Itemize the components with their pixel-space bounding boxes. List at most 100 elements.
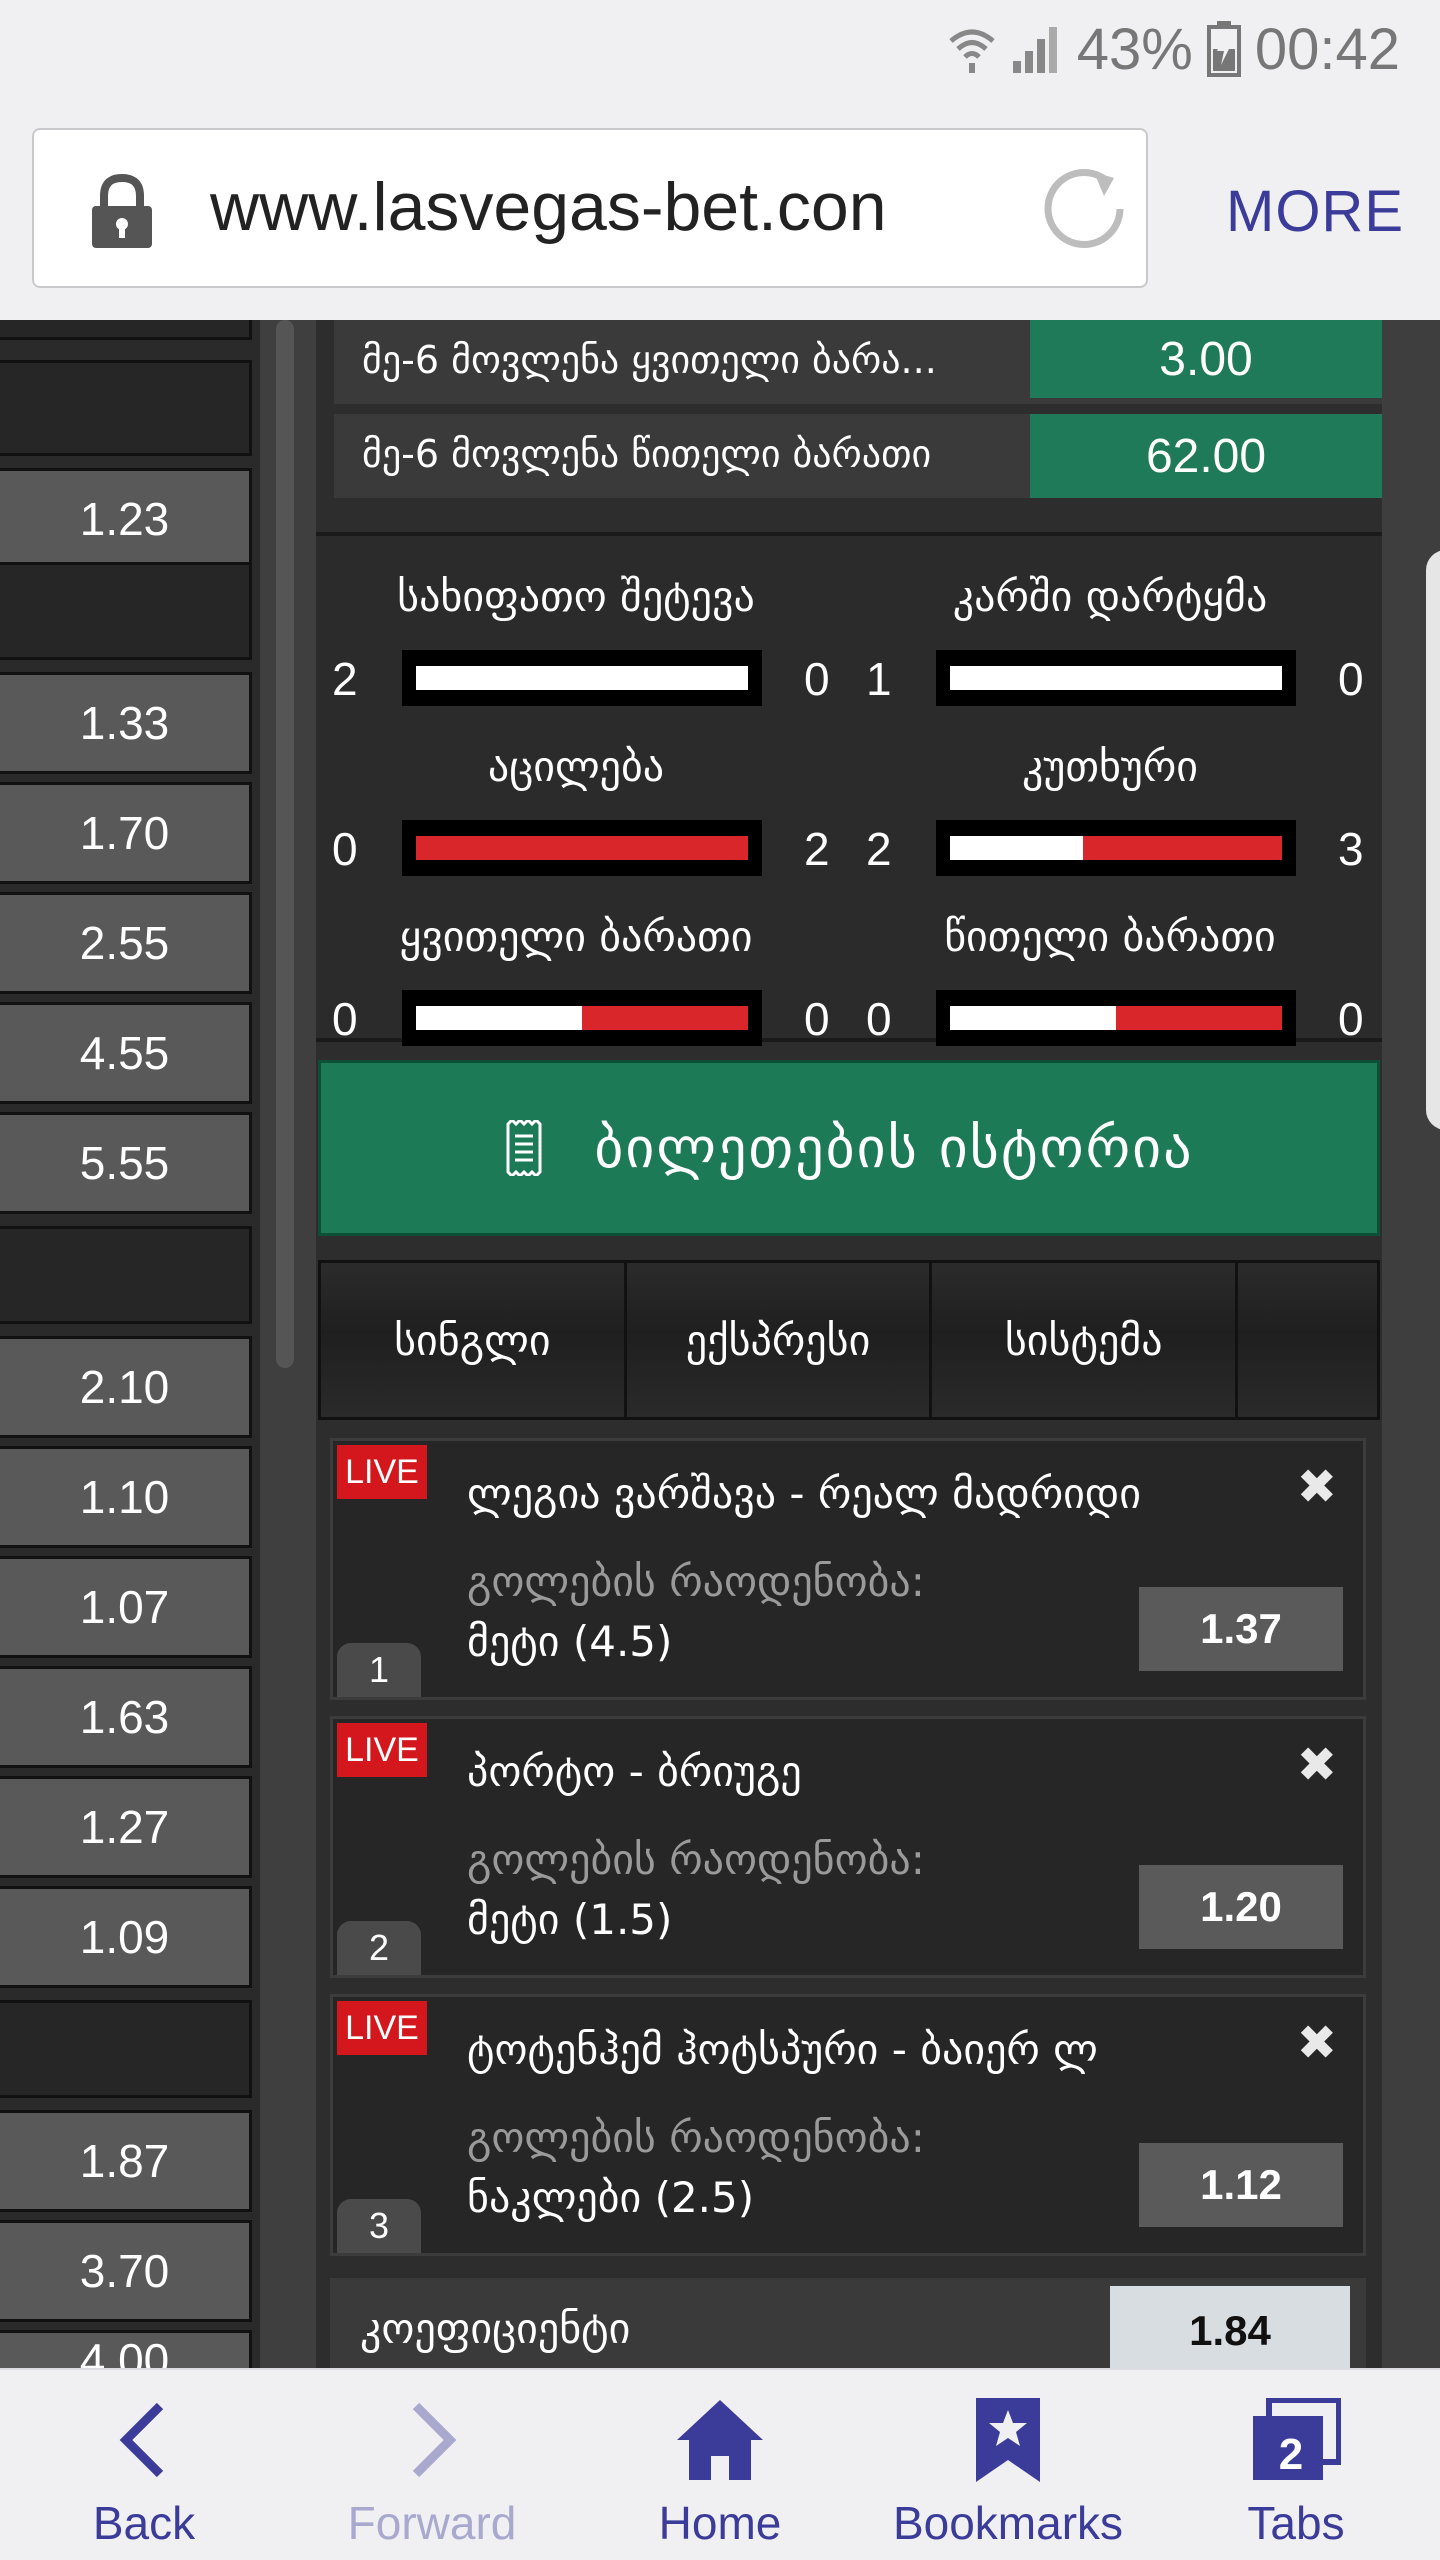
coefficient-label: კოეფიციენტი bbox=[360, 2304, 631, 2353]
stat-bar bbox=[402, 990, 762, 1046]
close-icon[interactable]: ✖ bbox=[1297, 1737, 1337, 1793]
stat-bar bbox=[936, 990, 1296, 1046]
url-text: www.lasvegas-bet.con bbox=[210, 169, 887, 245]
bet-slip-item: LIVE 3 ტოტენჰემ ჰოტსპური - ბაიერ ლ ✖ გოლ… bbox=[330, 1994, 1366, 2256]
bet-panel: მე-6 მოვლენა ყვითელი ბარა... 3.00 მე-6 მ… bbox=[316, 320, 1384, 2368]
odds-cell[interactable]: 1.07 bbox=[0, 1556, 252, 1658]
odds-group-header bbox=[0, 360, 252, 456]
match-statistics: სახიფათო შეტევა 2 0 კარში დარტყმა 1 0 აც… bbox=[316, 532, 1382, 1046]
status-bar: 43% 00:42 bbox=[0, 0, 1440, 100]
address-bar[interactable]: www.lasvegas-bet.con bbox=[32, 128, 1148, 288]
odds-cell[interactable]: 1.33 bbox=[0, 672, 252, 774]
slip-odd: 1.37 bbox=[1139, 1587, 1343, 1671]
stat-bar bbox=[936, 650, 1296, 706]
bet-slip-item: LIVE 2 პორტო - ბრიუგე ✖ გოლების რაოდენობ… bbox=[330, 1716, 1366, 1978]
home-button[interactable]: Home bbox=[576, 2370, 864, 2560]
browser-toolbar: www.lasvegas-bet.con MORE bbox=[0, 100, 1440, 320]
stat-shots-on-goal: კარში დარტყმა 1 0 bbox=[866, 572, 1364, 706]
odds-cell[interactable]: 3.70 bbox=[0, 2220, 252, 2322]
odds-cell[interactable]: 2.55 bbox=[0, 892, 252, 994]
browser-bottom-nav: Back Forward Home Bookmarks 2 Tabs bbox=[0, 2368, 1440, 2560]
odds-cell[interactable]: 4.00 bbox=[0, 2330, 252, 2368]
odds-group-header bbox=[0, 1226, 252, 1324]
odds-cell[interactable]: 1.87 bbox=[0, 2110, 252, 2212]
slip-match: პორტო - ბრიუგე bbox=[467, 1747, 802, 1796]
clock: 00:42 bbox=[1254, 16, 1400, 82]
market-odd-button[interactable]: 62.00 bbox=[1030, 414, 1382, 498]
live-badge: LIVE bbox=[337, 1445, 427, 1499]
odds-column: 1.23 1.33 1.70 2.55 4.55 5.55 2.10 1.10 … bbox=[0, 320, 260, 2368]
slip-number: 1 bbox=[337, 1643, 421, 1697]
web-page: 1.23 1.33 1.70 2.55 4.55 5.55 2.10 1.10 … bbox=[0, 320, 1440, 2368]
tab-express[interactable]: ექსპრესი bbox=[626, 1263, 933, 1417]
live-badge: LIVE bbox=[337, 2001, 427, 2055]
stat-off-target: აცილება 0 2 bbox=[332, 742, 830, 876]
bookmark-icon bbox=[976, 2398, 1040, 2482]
page-edge bbox=[1382, 320, 1440, 2368]
slip-pick: მეტი (4.5) bbox=[467, 1617, 673, 1666]
slip-market: გოლების რაოდენობა: bbox=[467, 1835, 925, 1884]
bookmarks-button[interactable]: Bookmarks bbox=[864, 2370, 1152, 2560]
reload-icon[interactable] bbox=[1042, 166, 1128, 252]
stat-red-cards: წითელი ბარათი 0 0 bbox=[866, 912, 1364, 1046]
slip-number: 2 bbox=[337, 1921, 421, 1975]
market-row: მე-6 მოვლენა წითელი ბარათი 62.00 bbox=[334, 414, 1384, 498]
odds-group-header bbox=[0, 320, 252, 340]
stat-corners: კუთხური 2 3 bbox=[866, 742, 1364, 876]
tabs-button[interactable]: 2 Tabs bbox=[1152, 2370, 1440, 2560]
odds-cell[interactable]: 1.23 bbox=[0, 468, 252, 570]
back-icon bbox=[119, 2402, 164, 2478]
odds-cell[interactable]: 1.27 bbox=[0, 1776, 252, 1878]
market-name: მე-6 მოვლენა წითელი ბარათი bbox=[362, 432, 932, 476]
odds-cell[interactable]: 1.63 bbox=[0, 1666, 252, 1768]
home-icon bbox=[677, 2400, 763, 2480]
stat-yellow-cards: ყვითელი ბარათი 0 0 bbox=[332, 912, 830, 1046]
forward-button[interactable]: Forward bbox=[288, 2370, 576, 2560]
slip-match: ტოტენჰემ ჰოტსპური - ბაიერ ლ bbox=[467, 2025, 1098, 2074]
back-button[interactable]: Back bbox=[0, 2370, 288, 2560]
coefficient-value: 1.84 bbox=[1110, 2286, 1350, 2368]
slip-odd: 1.20 bbox=[1139, 1865, 1343, 1949]
ticket-history-button[interactable]: ბილეთების ისტორია bbox=[318, 1060, 1380, 1236]
odds-cell[interactable]: 4.55 bbox=[0, 1002, 252, 1104]
bet-slip-item: LIVE 1 ლეგია ვარშავა - რეალ მადრიდი ✖ გო… bbox=[330, 1438, 1366, 1700]
tab-empty bbox=[1238, 1263, 1377, 1417]
live-badge: LIVE bbox=[337, 1723, 427, 1777]
tabs-count: 2 bbox=[1278, 2430, 1304, 2479]
market-odd-button[interactable]: 3.00 bbox=[1030, 320, 1382, 398]
odds-group-header bbox=[0, 562, 252, 660]
close-icon[interactable]: ✖ bbox=[1297, 2015, 1337, 2071]
stat-bar bbox=[402, 650, 762, 706]
tab-system[interactable]: სისტემა bbox=[932, 1263, 1239, 1417]
market-name: მე-6 მოვლენა ყვითელი ბარა... bbox=[362, 338, 937, 382]
slip-pick: ნაკლები (2.5) bbox=[467, 2173, 755, 2222]
stat-bar bbox=[936, 820, 1296, 876]
bet-type-tabs: სინგლი ექსპრესი სისტემა bbox=[318, 1260, 1380, 1420]
close-icon[interactable]: ✖ bbox=[1297, 1459, 1337, 1515]
slip-market: გოლების რაოდენობა: bbox=[467, 2113, 925, 2162]
slip-pick: მეტი (1.5) bbox=[467, 1895, 673, 1944]
total-coefficient: კოეფიციენტი 1.84 bbox=[330, 2278, 1366, 2368]
scrollbar-thumb[interactable] bbox=[276, 320, 294, 1368]
odds-cell[interactable]: 1.09 bbox=[0, 1886, 252, 1988]
slip-odd: 1.12 bbox=[1139, 2143, 1343, 2227]
wifi-icon bbox=[949, 29, 995, 73]
slip-number: 3 bbox=[337, 2199, 421, 2253]
ticket-history-label: ბილეთების ისტორია bbox=[594, 1115, 1194, 1181]
lock-icon bbox=[92, 174, 152, 248]
forward-icon bbox=[412, 2402, 457, 2478]
battery-icon bbox=[1206, 21, 1241, 77]
receipt-icon bbox=[506, 1120, 542, 1176]
slip-market: გოლების რაოდენობა: bbox=[467, 1557, 925, 1606]
slip-match: ლეგია ვარშავა - რეალ მადრიდი bbox=[467, 1469, 1141, 1518]
odds-group-header bbox=[0, 2000, 252, 2098]
odds-cell[interactable]: 2.10 bbox=[0, 1336, 252, 1438]
market-row: მე-6 მოვლენა ყვითელი ბარა... 3.00 bbox=[334, 320, 1384, 404]
odds-cell[interactable]: 1.10 bbox=[0, 1446, 252, 1548]
tab-single[interactable]: სინგლი bbox=[321, 1263, 627, 1417]
odds-cell[interactable]: 1.70 bbox=[0, 782, 252, 884]
signal-icon bbox=[1012, 27, 1057, 73]
odds-cell[interactable]: 5.55 bbox=[0, 1112, 252, 1214]
more-button[interactable]: MORE bbox=[1226, 178, 1404, 245]
stat-bar bbox=[402, 820, 762, 876]
